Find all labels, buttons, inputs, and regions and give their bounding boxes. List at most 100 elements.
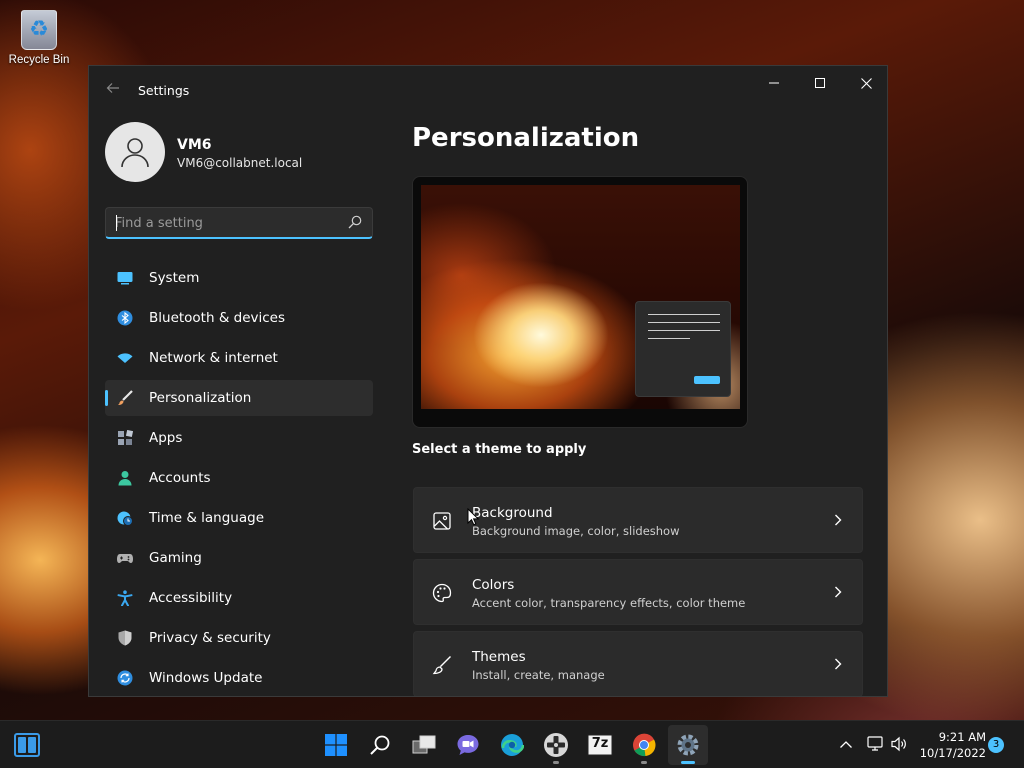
back-button[interactable]: [103, 80, 123, 100]
sidebar-item-label: Network & internet: [149, 350, 278, 366]
taskbar-settings-button[interactable]: [668, 725, 708, 765]
remote-desktop-icon: [544, 733, 568, 757]
taskbar-chrome-button[interactable]: [624, 725, 664, 765]
recycle-bin-icon: [21, 10, 57, 50]
window-title: Settings: [138, 83, 190, 98]
card-themes[interactable]: Themes Install, create, manage: [413, 631, 863, 696]
preview-sample-window: [635, 301, 731, 397]
chat-icon: [457, 735, 479, 755]
title-bar[interactable]: Settings: [89, 66, 887, 114]
notification-badge[interactable]: 3: [988, 737, 1004, 753]
taskbar: 7z 9:21 AM 10/17/2022 3: [0, 720, 1024, 768]
taskbar-remote-button[interactable]: [536, 725, 576, 765]
sidebar-item-label: Accessibility: [149, 590, 233, 606]
taskbar-task-view-button[interactable]: [404, 725, 444, 765]
sidebar-item-label: Privacy & security: [149, 630, 271, 646]
search-box[interactable]: [105, 207, 373, 239]
update-icon: [117, 670, 133, 686]
search-icon: [370, 735, 390, 755]
taskbar-chat-button[interactable]: [448, 725, 488, 765]
image-icon: [433, 512, 451, 530]
sidebar-item-label: Apps: [149, 430, 183, 446]
sidebar-item-label: Windows Update: [149, 670, 263, 686]
text-caret: [116, 215, 117, 231]
card-subtitle: Background image, color, slideshow: [472, 524, 680, 538]
avatar[interactable]: [105, 122, 165, 182]
chevron-right-icon: [835, 586, 842, 598]
brush-icon: [118, 390, 133, 405]
chevron-right-icon: [835, 658, 842, 670]
network-status-icon[interactable]: [866, 735, 884, 753]
accessibility-icon: [117, 590, 133, 606]
clock[interactable]: 9:21 AM 10/17/2022: [916, 729, 986, 761]
bluetooth-icon: [117, 310, 133, 326]
sidebar-item-system[interactable]: System: [105, 260, 373, 296]
taskbar-search-button[interactable]: [360, 725, 400, 765]
tray-chevron-up-icon[interactable]: [838, 737, 854, 753]
sidebar-item-apps[interactable]: Apps: [105, 420, 373, 456]
card-subtitle: Install, create, manage: [472, 668, 605, 682]
theme-preview: [412, 176, 748, 428]
brush-icon: [432, 656, 451, 675]
mouse-cursor-icon: [467, 508, 479, 526]
sidebar-item-privacy[interactable]: Privacy & security: [105, 620, 373, 656]
maximize-icon: [815, 78, 825, 88]
desktop-icon-label: Recycle Bin: [8, 54, 70, 66]
settings-window: Settings VM6 VM6@collabnet.local System …: [88, 65, 888, 697]
sidebar-item-time-language[interactable]: Time & language: [105, 500, 373, 536]
preview-text-line: [648, 322, 720, 323]
search-input[interactable]: [115, 214, 335, 232]
sidebar-item-gaming[interactable]: Gaming: [105, 540, 373, 576]
clock-date: 10/17/2022: [919, 746, 986, 760]
minimize-button[interactable]: [751, 68, 797, 98]
minimize-icon: [769, 82, 779, 84]
gamepad-icon: [117, 554, 133, 563]
sidebar-item-accounts[interactable]: Accounts: [105, 460, 373, 496]
clock-time: 9:21 AM: [938, 730, 986, 744]
card-title: Colors: [472, 577, 515, 593]
accounts-icon: [118, 471, 132, 486]
system-icon: [117, 272, 133, 285]
sidebar-item-bluetooth[interactable]: Bluetooth & devices: [105, 300, 373, 336]
card-colors[interactable]: Colors Accent color, transparency effect…: [413, 559, 863, 625]
preview-wallpaper: [421, 185, 740, 409]
maximize-button[interactable]: [797, 68, 843, 98]
sidebar-item-personalization[interactable]: Personalization: [105, 380, 373, 416]
page-title: Personalization: [412, 123, 640, 153]
taskbar-edge-button[interactable]: [492, 725, 532, 765]
sidebar-nav: System Bluetooth & devices Network & int…: [105, 260, 373, 696]
palette-icon: [432, 583, 452, 603]
widgets-icon: [18, 737, 26, 753]
shield-icon: [118, 630, 132, 646]
search-icon[interactable]: [348, 215, 362, 229]
preview-text-line: [648, 314, 720, 315]
wifi-icon: [117, 353, 133, 363]
chevron-right-icon: [835, 514, 842, 526]
task-view-icon: [412, 735, 436, 754]
sidebar-item-accessibility[interactable]: Accessibility: [105, 580, 373, 616]
chrome-icon: [633, 733, 656, 757]
sidebar-item-label: Gaming: [149, 550, 202, 566]
windows-start-icon: [325, 734, 347, 756]
sidebar-item-label: Time & language: [149, 510, 265, 526]
preview-text-line: [648, 338, 690, 339]
close-button[interactable]: [843, 68, 887, 98]
settings-gear-icon: [677, 734, 699, 756]
sidebar-item-label: Accounts: [149, 470, 211, 486]
sidebar-item-windows-update[interactable]: Windows Update: [105, 660, 373, 696]
user-icon: [121, 138, 149, 168]
volume-icon[interactable]: [890, 735, 908, 753]
card-title: Background: [472, 505, 553, 521]
taskbar-start-button[interactable]: [316, 725, 356, 765]
desktop-icon-recycle-bin[interactable]: Recycle Bin: [4, 8, 74, 66]
sidebar-item-network[interactable]: Network & internet: [105, 340, 373, 376]
sidebar-item-label: Personalization: [149, 390, 252, 406]
seven-zip-label: 7z: [591, 736, 609, 751]
close-icon: [860, 77, 872, 89]
user-name: VM6: [177, 137, 212, 153]
preview-text-line: [648, 330, 720, 331]
widgets-button[interactable]: [14, 733, 40, 757]
taskbar-7zip-button[interactable]: 7z: [580, 725, 620, 765]
preview-accent-button: [694, 376, 720, 384]
card-background[interactable]: Background Background image, color, slid…: [413, 487, 863, 553]
